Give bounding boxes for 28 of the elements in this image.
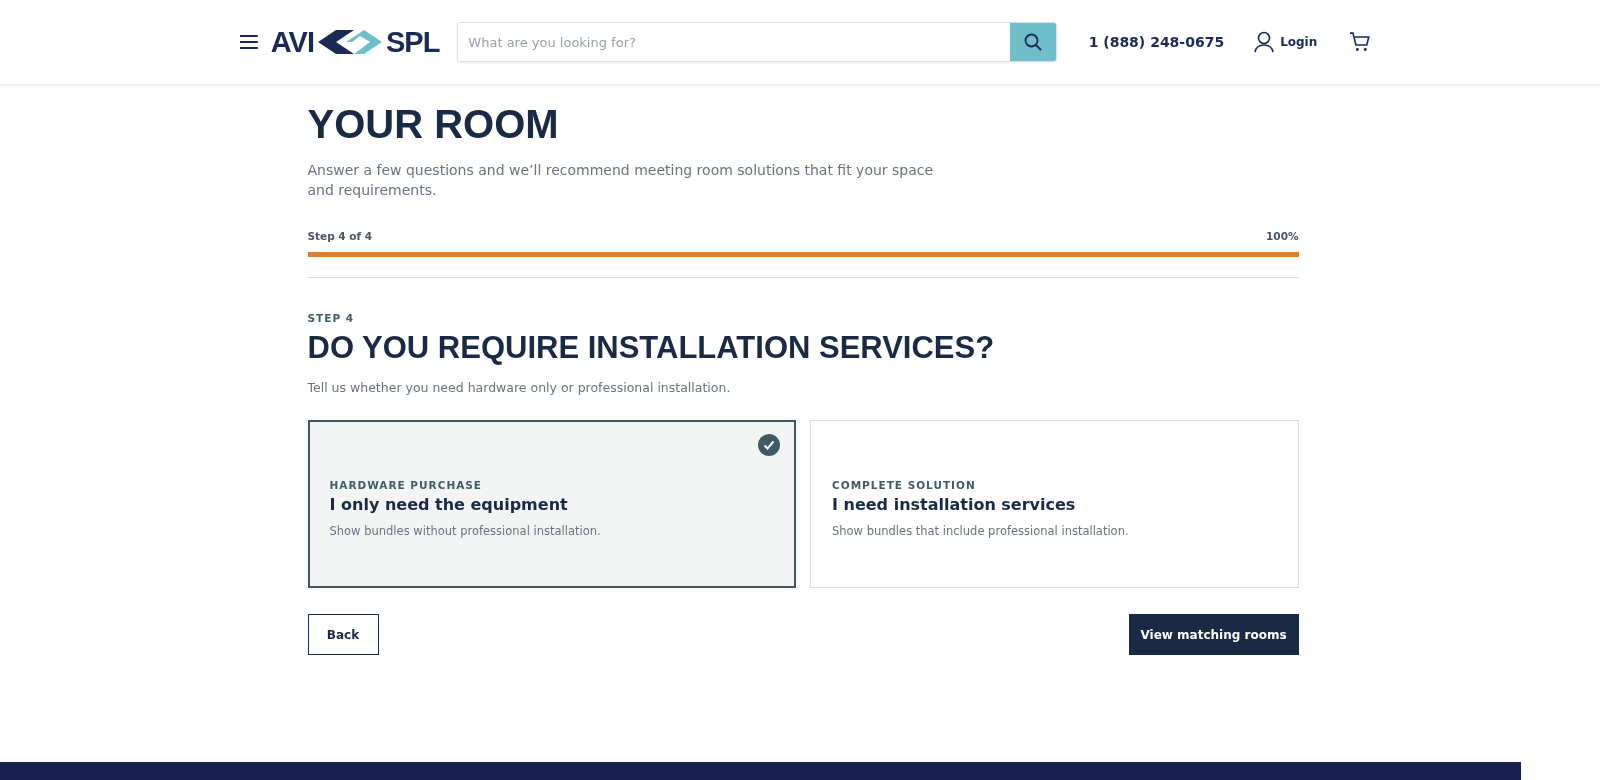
user-icon bbox=[1254, 31, 1275, 53]
search-field[interactable]: What are you looking for? bbox=[457, 22, 1057, 62]
option-label: COMPLETE SOLUTION bbox=[832, 478, 976, 491]
option-label: HARDWARE PURCHASE bbox=[329, 478, 483, 491]
step-title: DO YOU REQUIRE INSTALLATION SERVICES? bbox=[307, 330, 996, 366]
checkmark-icon bbox=[758, 434, 780, 456]
login-link[interactable]: Login bbox=[1254, 31, 1318, 53]
back-button[interactable]: Back bbox=[307, 614, 379, 655]
menu-icon[interactable] bbox=[239, 34, 259, 50]
logo-text[interactable]: SPL bbox=[385, 25, 440, 59]
search-icon bbox=[1023, 33, 1042, 51]
option-card[interactable]: HARDWARE PURCHASE I only need the equipment Show bundles without professional installation. bbox=[307, 420, 796, 588]
option-description: Show bundles without professional installation. bbox=[329, 523, 601, 538]
logo-text[interactable]: AVI bbox=[270, 25, 314, 59]
option-card[interactable]: COMPLETE SOLUTION I need installation services Show bundles that include professional installation. bbox=[810, 420, 1299, 588]
progress-percent: 100% bbox=[1266, 230, 1299, 242]
search-button[interactable] bbox=[1009, 23, 1056, 61]
page-title: YOUR ROOM bbox=[307, 102, 560, 146]
phone-link[interactable]: 1 (888) 248-0675 bbox=[1088, 34, 1225, 50]
option-description: Show bundles that include professional installation. bbox=[832, 523, 1129, 538]
option-title: I need installation services bbox=[832, 494, 1076, 514]
step-subtitle: Tell us whether you need hardware only or professional installation. bbox=[307, 380, 732, 395]
step-label: STEP 4 bbox=[307, 312, 356, 324]
option-title: I only need the equipment bbox=[329, 494, 568, 514]
view-matching-rooms-button[interactable]: View matching rooms bbox=[1128, 614, 1299, 655]
step-counter: Step 4 of 4 bbox=[307, 230, 373, 242]
intro-text: Answer a few questions and we’ll recommend meeting room solutions that fit your space and requirements. bbox=[307, 161, 935, 200]
cart-icon[interactable] bbox=[1349, 32, 1371, 52]
